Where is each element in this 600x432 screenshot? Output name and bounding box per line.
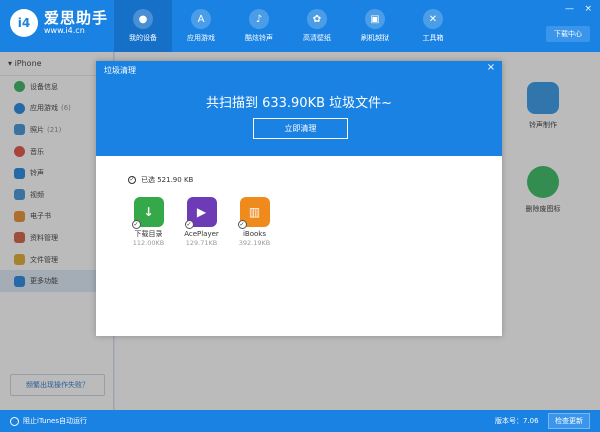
scan-result-text: 共扫描到 633.90KB 垃圾文件~ [205, 96, 393, 111]
download-center-button[interactable]: 下载中心 [546, 26, 590, 42]
logo-badge: i4 [10, 9, 38, 37]
dialog-title: 垃圾清理 [104, 66, 136, 75]
nav-ringtones[interactable]: ♪ 酷炫铃声 [230, 0, 288, 52]
check-update-button[interactable]: 检查更新 [548, 413, 590, 429]
status-bar: 阻止iTunes自动运行 版本号：7.06 检查更新 [0, 410, 600, 432]
apple-icon: ● [133, 9, 153, 29]
main-nav: ● 我的设备 A 应用游戏 ♪ 酷炫铃声 ✿ 高清壁纸 ▣ 刷机越狱 ✕ 工具箱 [114, 0, 462, 52]
junk-item-ibooks[interactable]: ▥ ✓ iBooks 392.19KB [228, 197, 281, 248]
app-store-icon: A [191, 9, 211, 29]
window-close-button[interactable]: × [584, 4, 592, 14]
dialog-header: 垃圾清理 × 共扫描到 633.90KB 垃圾文件~ 立即清理 [96, 61, 502, 156]
minimize-button[interactable]: — [565, 4, 574, 14]
junk-cleanup-dialog: 垃圾清理 × 共扫描到 633.90KB 垃圾文件~ 立即清理 ✓ 已选 521… [96, 61, 502, 336]
checkbox-icon[interactable]: ✓ [184, 220, 194, 229]
tools-icon: ✕ [423, 9, 443, 29]
nav-toolbox[interactable]: ✕ 工具箱 [404, 0, 462, 52]
junk-item-download-folder[interactable]: ↓ ✓ 下载目录 112.00KB [122, 197, 175, 248]
checkbox-icon[interactable]: ✓ [131, 220, 141, 229]
nav-flash-jailbreak[interactable]: ▣ 刷机越狱 [346, 0, 404, 52]
nav-wallpapers[interactable]: ✿ 高清壁纸 [288, 0, 346, 52]
dialog-close-button[interactable]: × [484, 61, 498, 75]
top-bar: i4 爱思助手 www.i4.cn ● 我的设备 A 应用游戏 ♪ 酷炫铃声 ✿… [0, 0, 600, 52]
box-icon: ▣ [365, 9, 385, 29]
junk-app-list: ↓ ✓ 下载目录 112.00KB ▶ ✓ AcePlayer 129.71KB… [122, 197, 281, 248]
checkbox-icon[interactable]: ✓ [237, 220, 247, 229]
selected-size[interactable]: ✓ 已选 521.90 KB [128, 175, 193, 185]
nav-my-device[interactable]: ● 我的设备 [114, 0, 172, 52]
play-icon: ▶ ✓ [184, 197, 217, 229]
book-icon: ▥ ✓ [237, 197, 270, 229]
clean-now-button[interactable]: 立即清理 [253, 118, 348, 139]
version-label: 版本号：7.06 [495, 417, 539, 425]
app-url: www.i4.cn [44, 26, 85, 35]
app-logo: i4 爱思助手 www.i4.cn [10, 9, 108, 37]
nav-apps-games[interactable]: A 应用游戏 [172, 0, 230, 52]
app-name: 爱思助手 [44, 9, 109, 27]
flower-icon: ✿ [307, 9, 327, 29]
download-icon: ↓ ✓ [131, 197, 164, 229]
check-icon: ✓ [128, 176, 136, 184]
bell-icon: ♪ [249, 9, 269, 29]
block-itunes-toggle[interactable]: 阻止iTunes自动运行 [10, 416, 87, 426]
clock-icon [10, 416, 19, 426]
junk-item-aceplayer[interactable]: ▶ ✓ AcePlayer 129.71KB [175, 197, 228, 248]
